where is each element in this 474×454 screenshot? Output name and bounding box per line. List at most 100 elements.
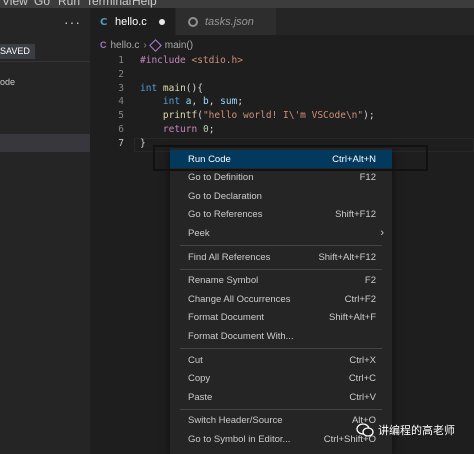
code-token: (){ [185, 82, 203, 94]
menu-separator [180, 245, 382, 246]
menu-help[interactable]: Help [132, 0, 157, 8]
menu-item-shortcut: Shift+Alt+F12 [318, 251, 376, 263]
code-text: #include <stdio.h> [140, 55, 243, 66]
menu-item-label: Switch Header/Source [188, 415, 283, 427]
code-token: <stdio.h> [191, 55, 243, 66]
line-number: 4 [118, 96, 124, 108]
editor-tab-bar: C hello.c tasks.json [90, 8, 474, 35]
menu-item-shortcut: Shift+Alt+F [329, 312, 376, 324]
menu-terminal[interactable]: Terminal [86, 0, 131, 8]
tab-label: tasks.json [205, 15, 254, 28]
menu-item-go-to-declaration[interactable]: Go to Declaration [170, 187, 392, 205]
menu-item-label: Go to References [188, 209, 263, 221]
code-token: int [162, 96, 181, 108]
explorer-sidebar: ··· SAVED ode [0, 8, 90, 454]
chevron-right-icon: › [143, 39, 147, 51]
chevron-right-icon: › [380, 227, 384, 240]
more-actions-icon[interactable]: ··· [64, 14, 81, 30]
code-token: , [208, 96, 221, 108]
menu-item-format-document[interactable]: Format Document Shift+Alt+F [170, 309, 392, 327]
code-text: int main(){ [140, 83, 203, 94]
sidebar-item-label[interactable]: ode [0, 77, 15, 87]
menu-item-label: Cut [188, 354, 203, 366]
line-number: 6 [118, 124, 124, 135]
tab-tasks-json[interactable]: tasks.json [176, 8, 276, 35]
watermark-text: 讲编程的高老师 [378, 425, 455, 437]
menu-view[interactable]: View [2, 0, 28, 8]
code-line[interactable]: 2 [90, 69, 474, 82]
breadcrumb: C hello.c › main() [100, 38, 193, 52]
context-menu: Run Code Ctrl+Alt+N Go to Definition F12 Go … [170, 148, 392, 454]
menu-item-paste[interactable]: Paste Ctrl+V [170, 388, 392, 406]
saved-badge: SAVED [0, 44, 35, 59]
code-token: int [140, 82, 158, 94]
symbol-method-icon [148, 38, 162, 52]
menu-run[interactable]: Run [58, 0, 80, 8]
modified-dot-icon[interactable] [159, 19, 165, 25]
menu-item-label: Go to Definition [188, 172, 254, 184]
code-token: main [162, 82, 186, 94]
line-number: 1 [118, 55, 124, 66]
line-number: 7 [118, 137, 124, 149]
sidebar-selected-row[interactable] [0, 134, 90, 152]
menu-bar: View Go Run Terminal Help [0, 0, 474, 8]
menu-item-label: Rename Symbol [188, 275, 259, 287]
menu-item-shortcut: Ctrl+X [349, 354, 376, 366]
code-token: #include [140, 55, 192, 66]
menu-item-shortcut: Shift+F12 [335, 209, 376, 221]
code-line[interactable]: 4 int a, b, sum; [90, 96, 474, 109]
menu-separator [180, 348, 382, 349]
json-file-icon [188, 16, 198, 27]
code-token: "hello world! I\'m VSCode\n" [202, 110, 364, 122]
line-number: 3 [118, 82, 124, 94]
code-text: } [140, 138, 146, 149]
code-token: } [140, 137, 146, 149]
code-token: , [191, 96, 203, 108]
code-token: return [162, 124, 198, 135]
menu-item-change-all-occurrences[interactable]: Change All Occurrences Ctrl+F2 [170, 290, 392, 308]
code-text: return 0; [140, 124, 215, 135]
line-number: 5 [118, 110, 124, 122]
menu-item-format-document-with[interactable]: Format Document With... [170, 327, 392, 345]
breadcrumb-file[interactable]: hello.c [111, 40, 140, 51]
wechat-icon [356, 423, 374, 437]
code-token: sum [220, 96, 238, 108]
menu-item-label: Peek [188, 227, 210, 239]
watermark: 讲编程的高老师 [356, 422, 455, 438]
code-token: ); [363, 110, 375, 122]
menu-item-go-to-definition[interactable]: Go to Definition F12 [170, 169, 392, 187]
menu-item-shortcut: Ctrl+V [349, 391, 376, 403]
menu-item-shortcut: Ctrl+F2 [344, 293, 376, 305]
code-line[interactable]: 3 int main(){ [90, 83, 474, 96]
c-file-icon: C [100, 40, 107, 50]
menu-go[interactable]: Go [34, 0, 50, 8]
svg-text:C: C [100, 17, 107, 27]
code-text: printf("hello world! I\'m VSCode\n"); [140, 110, 375, 121]
menu-item-label: Format Document With... [188, 330, 294, 342]
menu-item-label: Go to Symbol in Editor... [188, 433, 291, 445]
tab-hello-c[interactable]: C hello.c [90, 8, 175, 35]
breadcrumb-symbol[interactable]: main() [165, 40, 193, 51]
code-token: ; [208, 124, 215, 135]
menu-item-peek[interactable]: Peek › [170, 224, 392, 242]
code-line[interactable]: 1 #include <stdio.h> [90, 55, 474, 68]
menu-item-shortcut: F12 [359, 172, 376, 184]
menu-item-label: Change All Occurrences [188, 293, 291, 305]
menu-item-find-all-references[interactable]: Find All References Shift+Alt+F12 [170, 248, 392, 266]
menu-item-label: Copy [188, 373, 211, 385]
menu-item-shortcut: Ctrl+C [348, 373, 376, 385]
annotation-outline [153, 145, 428, 171]
menu-item-cut[interactable]: Cut Ctrl+X [170, 351, 392, 369]
menu-item-copy[interactable]: Copy Ctrl+C [170, 370, 392, 388]
code-line[interactable]: 5 printf("hello world! I\'m VSCode\n"); [90, 110, 474, 123]
menu-item-rename-symbol[interactable]: Rename Symbol F2 [170, 272, 392, 290]
menu-item-label: Paste [188, 391, 213, 403]
menu-item-go-to-references[interactable]: Go to References Shift+F12 [170, 206, 392, 224]
menu-item-label: Find All References [188, 251, 271, 263]
menu-item-label: Go to Declaration [188, 190, 262, 202]
tab-label: hello.c [115, 15, 147, 28]
code-line[interactable]: 6 return 0; [90, 124, 474, 137]
